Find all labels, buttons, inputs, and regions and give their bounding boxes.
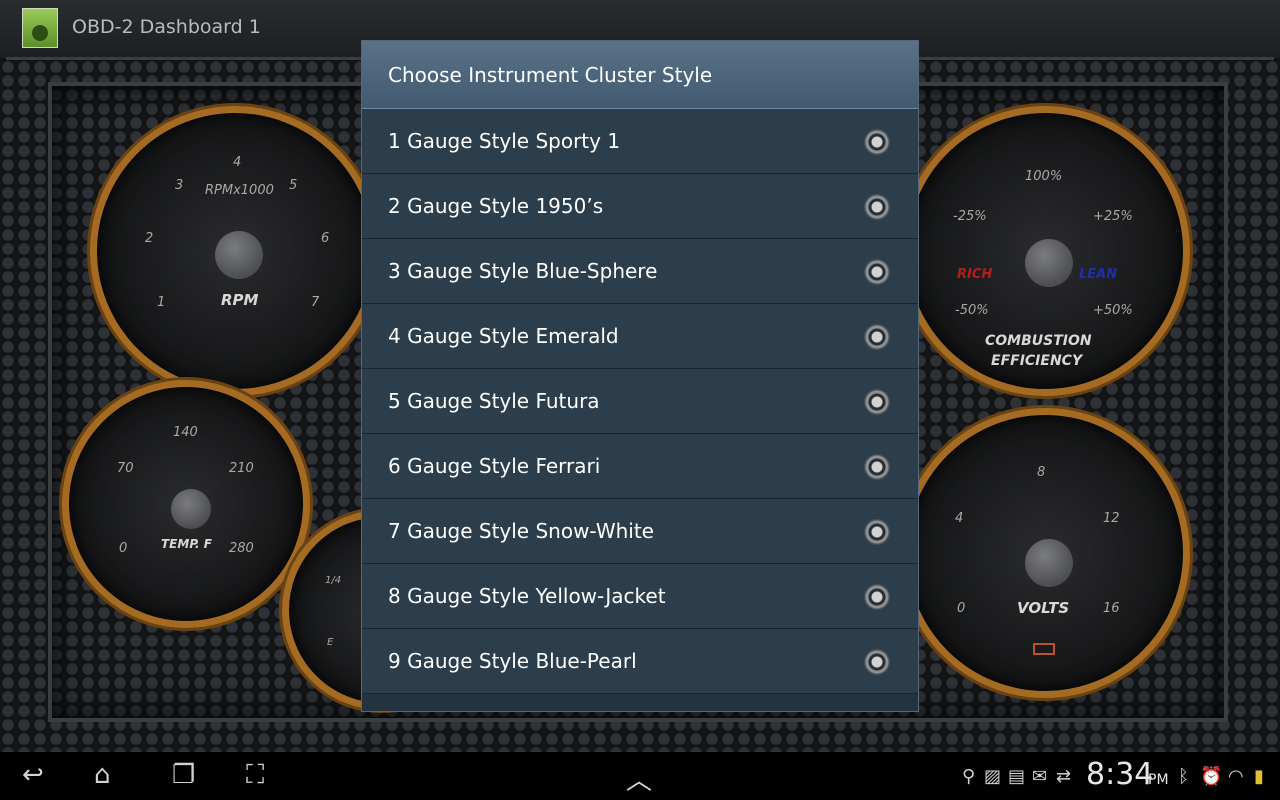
- combustion-tick-minus50: -50%: [955, 303, 989, 318]
- back-icon[interactable]: ↩: [22, 760, 44, 790]
- radio-button[interactable]: [864, 389, 890, 415]
- radio-button[interactable]: [864, 129, 890, 155]
- app-icon[interactable]: [22, 8, 58, 48]
- rpm-gauge: RPMx1000 RPM 1 2 3 4 5 6 7: [90, 106, 380, 396]
- fuel-tick-empty: E: [327, 637, 334, 648]
- bluetooth-icon: ᛒ: [1178, 766, 1189, 787]
- temp-tick-210: 210: [229, 461, 254, 476]
- volts-gauge: VOLTS 0 4 8 12 16: [900, 408, 1190, 698]
- option-futura[interactable]: 5 Gauge Style Futura: [362, 369, 918, 434]
- rpm-tick-7: 7: [311, 295, 320, 310]
- rpm-tick-2: 2: [145, 231, 154, 246]
- option-1950s[interactable]: 2 Gauge Style 1950’s: [362, 174, 918, 239]
- combustion-label-line1: COMBUSTION: [985, 333, 1092, 349]
- option-label: 7 Gauge Style Snow-White: [388, 519, 654, 543]
- volts-tick-8: 8: [1037, 465, 1046, 480]
- volts-gauge-hub: [1025, 539, 1073, 587]
- instrument-cluster-style-dialog: Choose Instrument Cluster Style 1 Gauge …: [361, 40, 919, 712]
- temp-tick-70: 70: [117, 461, 134, 476]
- up-arrow-icon[interactable]: ︿: [626, 760, 652, 797]
- option-ferrari[interactable]: 6 Gauge Style Ferrari: [362, 434, 918, 499]
- app-title: OBD-2 Dashboard 1: [72, 16, 261, 38]
- radio-button[interactable]: [864, 584, 890, 610]
- rpm-tick-1: 1: [157, 295, 166, 310]
- battery-icon: ▮: [1254, 766, 1264, 787]
- rpm-label: RPM: [221, 291, 259, 309]
- option-blue-pearl[interactable]: 9 Gauge Style Blue-Pearl: [362, 629, 918, 694]
- usb-icon: ⚲: [962, 766, 976, 787]
- temp-gauge-hub: [171, 489, 211, 529]
- radio-button[interactable]: [864, 519, 890, 545]
- option-label: 5 Gauge Style Futura: [388, 389, 600, 413]
- battery-warning-icon: [1033, 643, 1055, 655]
- alarm-icon: ⏰: [1200, 766, 1223, 787]
- radio-button[interactable]: [864, 454, 890, 480]
- option-label: 1 Gauge Style Sporty 1: [388, 129, 621, 153]
- temp-tick-280: 280: [229, 541, 254, 556]
- temp-label: TEMP. F: [161, 537, 212, 551]
- combustion-tick-plus25: +25%: [1093, 209, 1133, 224]
- combustion-label-line2: EFFICIENCY: [991, 353, 1083, 369]
- amazon-icon: ▤: [1008, 766, 1026, 787]
- rpm-unit-label: RPMx1000: [205, 183, 274, 198]
- sync-icon: ⇄: [1056, 766, 1072, 787]
- option-yellow-jacket[interactable]: 8 Gauge Style Yellow-Jacket: [362, 564, 918, 629]
- radio-button[interactable]: [864, 649, 890, 675]
- option-label: 9 Gauge Style Blue-Pearl: [388, 649, 637, 673]
- option-blue-sphere[interactable]: 3 Gauge Style Blue-Sphere: [362, 239, 918, 304]
- combustion-gauge-hub: [1025, 239, 1073, 287]
- option-label: 3 Gauge Style Blue-Sphere: [388, 259, 658, 283]
- rpm-tick-5: 5: [289, 178, 298, 193]
- fuel-tick-quarter: 1/4: [325, 575, 342, 586]
- rich-label: RICH: [957, 267, 993, 282]
- temp-tick-0: 0: [119, 541, 128, 556]
- volts-tick-4: 4: [955, 511, 964, 526]
- lean-label: LEAN: [1079, 267, 1118, 282]
- option-label: 8 Gauge Style Yellow-Jacket: [388, 584, 666, 608]
- mail-icon: ✉: [1032, 766, 1048, 787]
- dialog-header: Choose Instrument Cluster Style: [362, 41, 918, 109]
- home-icon[interactable]: ⌂: [94, 760, 111, 790]
- status-ampm: PM: [1148, 772, 1169, 788]
- rpm-tick-6: 6: [321, 231, 330, 246]
- option-emerald[interactable]: 4 Gauge Style Emerald: [362, 304, 918, 369]
- recent-apps-icon[interactable]: ❐: [172, 760, 195, 790]
- combustion-efficiency-gauge: 100% -25% +25% -50% +50% RICH LEAN COMBU…: [900, 106, 1190, 396]
- option-label: 2 Gauge Style 1950’s: [388, 194, 604, 218]
- option-snow-white[interactable]: 7 Gauge Style Snow-White: [362, 499, 918, 564]
- option-sporty-1[interactable]: 1 Gauge Style Sporty 1: [362, 109, 918, 174]
- radio-button[interactable]: [864, 259, 890, 285]
- rpm-tick-4: 4: [233, 155, 242, 170]
- combustion-tick-100: 100%: [1025, 169, 1063, 184]
- wifi-icon: ◠: [1228, 766, 1244, 787]
- combustion-tick-plus50: +50%: [1093, 303, 1133, 318]
- volts-tick-16: 16: [1103, 601, 1120, 616]
- volts-tick-12: 12: [1103, 511, 1120, 526]
- option-label: 4 Gauge Style Emerald: [388, 324, 619, 348]
- rpm-tick-3: 3: [175, 178, 184, 193]
- volts-label: VOLTS: [1017, 599, 1070, 617]
- combustion-tick-minus25: -25%: [953, 209, 987, 224]
- dialog-title: Choose Instrument Cluster Style: [388, 62, 713, 87]
- rpm-gauge-hub: [215, 231, 263, 279]
- status-clock[interactable]: 8:34: [1086, 757, 1153, 792]
- temp-tick-140: 140: [173, 425, 198, 440]
- temp-gauge: TEMP. F 0 70 140 210 280: [62, 380, 310, 628]
- radio-button[interactable]: [864, 194, 890, 220]
- radio-button[interactable]: [864, 324, 890, 350]
- gallery-icon: ▨: [984, 766, 1002, 787]
- volts-tick-0: 0: [957, 601, 966, 616]
- option-label: 6 Gauge Style Ferrari: [388, 454, 601, 478]
- screenshot-icon[interactable]: ⛶: [246, 760, 264, 791]
